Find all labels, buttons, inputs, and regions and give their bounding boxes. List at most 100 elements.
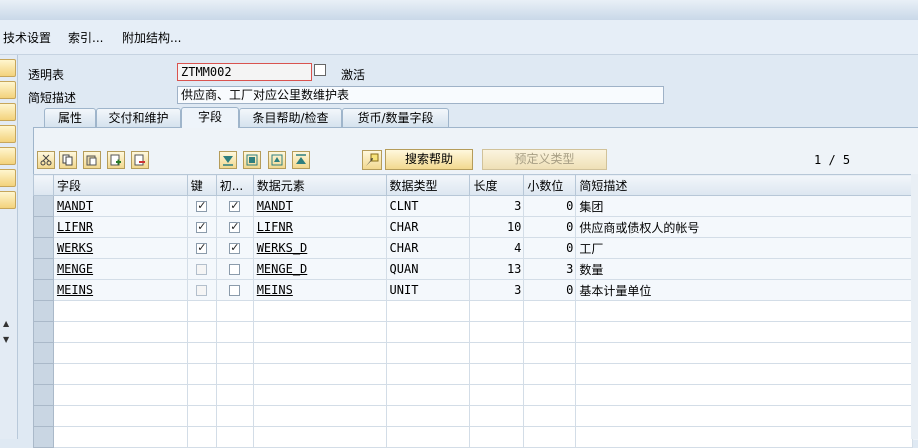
search-help-button[interactable]: 搜索帮助 <box>385 149 473 170</box>
empty-cell[interactable] <box>469 384 525 406</box>
row-selector[interactable] <box>33 300 54 322</box>
empty-cell[interactable] <box>186 321 217 343</box>
menu-indexes[interactable]: 索引... <box>68 29 103 46</box>
insert-row-button[interactable] <box>107 151 125 169</box>
row-selector[interactable] <box>33 363 54 385</box>
decimals-cell[interactable]: 0 <box>523 279 577 301</box>
empty-cell[interactable] <box>215 321 254 343</box>
row-selector[interactable] <box>33 195 54 217</box>
empty-cell[interactable] <box>523 405 577 427</box>
row-selector[interactable] <box>33 237 54 259</box>
empty-cell[interactable] <box>252 426 387 448</box>
data-element-cell[interactable]: MENGE_D <box>252 258 387 280</box>
initial-value-checkbox[interactable] <box>229 264 241 275</box>
empty-cell[interactable] <box>215 342 254 364</box>
data-type-cell[interactable]: CLNT <box>385 195 471 217</box>
empty-cell[interactable] <box>215 300 254 322</box>
empty-cell[interactable] <box>252 321 387 343</box>
key-checkbox[interactable] <box>196 199 208 212</box>
nav-button-6[interactable] <box>0 169 16 187</box>
paste-button[interactable] <box>83 151 101 169</box>
row-selector[interactable] <box>33 216 54 238</box>
empty-cell[interactable] <box>252 405 387 427</box>
vertical-scrollbar[interactable] <box>911 174 918 439</box>
scroll-last-button[interactable] <box>268 151 286 169</box>
nav-button-5[interactable] <box>0 147 16 165</box>
field-name-cell[interactable]: MEINS <box>52 279 188 301</box>
menu-append-structure[interactable]: 附加结构... <box>122 29 181 46</box>
empty-cell[interactable] <box>469 363 525 385</box>
empty-cell[interactable] <box>385 426 471 448</box>
empty-cell[interactable] <box>575 321 913 343</box>
empty-cell[interactable] <box>385 300 471 322</box>
row-selector[interactable] <box>33 384 54 406</box>
tab-attributes[interactable]: 属性 <box>44 108 96 127</box>
key-checkbox[interactable] <box>196 264 208 275</box>
empty-cell[interactable] <box>252 300 387 322</box>
empty-cell[interactable] <box>52 405 188 427</box>
nav-button-7[interactable] <box>0 191 16 209</box>
empty-cell[interactable] <box>523 384 577 406</box>
empty-cell[interactable] <box>186 384 217 406</box>
decimals-cell[interactable]: 0 <box>523 237 577 259</box>
length-cell[interactable]: 4 <box>469 237 525 259</box>
tab-currency-quantity-fields[interactable]: 货币/数量字段 <box>342 108 449 127</box>
empty-table-row[interactable] <box>33 384 913 406</box>
empty-cell[interactable] <box>215 405 254 427</box>
length-cell[interactable]: 3 <box>469 195 525 217</box>
empty-cell[interactable] <box>523 321 577 343</box>
empty-cell[interactable] <box>252 342 387 364</box>
scroll-down-button[interactable] <box>219 151 237 169</box>
table-name-field[interactable]: ZTMM002 <box>177 63 312 81</box>
empty-cell[interactable] <box>575 384 913 406</box>
tab-entry-help-check[interactable]: 条目帮助/检查 <box>239 108 342 127</box>
empty-cell[interactable] <box>523 426 577 448</box>
data-element-cell[interactable]: MEINS <box>252 279 387 301</box>
length-cell[interactable]: 13 <box>469 258 525 280</box>
data-type-cell[interactable]: UNIT <box>385 279 471 301</box>
data-type-cell[interactable]: CHAR <box>385 216 471 238</box>
table-row[interactable]: MANDTMANDTCLNT30集团 <box>33 195 913 217</box>
data-element-cell[interactable]: MANDT <box>252 195 387 217</box>
column-header-key[interactable]: 键 <box>186 174 217 196</box>
predefined-type-button[interactable]: 预定义类型 <box>482 149 607 170</box>
column-header-decimals[interactable]: 小数位 <box>523 174 577 196</box>
empty-cell[interactable] <box>52 426 188 448</box>
empty-cell[interactable] <box>575 342 913 364</box>
initial-value-checkbox[interactable] <box>229 199 241 212</box>
nav-button-1[interactable] <box>0 59 16 77</box>
decimals-cell[interactable]: 3 <box>523 258 577 280</box>
row-selector[interactable] <box>33 258 54 280</box>
empty-cell[interactable] <box>385 342 471 364</box>
menu-technical-settings[interactable]: 技术设置 <box>3 29 51 46</box>
empty-cell[interactable] <box>523 342 577 364</box>
empty-cell[interactable] <box>385 363 471 385</box>
column-header-data-element[interactable]: 数据元素 <box>252 174 387 196</box>
scroll-up-arrow-icon[interactable]: ▲ <box>3 319 9 328</box>
row-selector[interactable] <box>33 405 54 427</box>
column-header-short-description[interactable]: 简短描述 <box>575 174 913 196</box>
short-description-cell[interactable]: 数量 <box>575 258 913 280</box>
data-element-cell[interactable]: WERKS_D <box>252 237 387 259</box>
table-row[interactable]: MEINS MEINS UNIT 3 0 基本计量单位 <box>33 279 913 301</box>
empty-cell[interactable] <box>252 384 387 406</box>
copy-button[interactable] <box>59 151 77 169</box>
empty-cell[interactable] <box>186 363 217 385</box>
initial-value-checkbox[interactable] <box>229 285 241 296</box>
table-row[interactable]: MENGE MENGE_D QUAN 13 3 数量 <box>33 258 913 280</box>
table-row[interactable]: LIFNRLIFNRCHAR100供应商或债权人的帐号 <box>33 216 913 238</box>
key-checkbox[interactable] <box>196 220 208 233</box>
row-selector[interactable] <box>33 321 54 343</box>
column-header-length[interactable]: 长度 <box>469 174 525 196</box>
short-description-cell[interactable]: 基本计量单位 <box>575 279 913 301</box>
empty-cell[interactable] <box>385 405 471 427</box>
decimals-cell[interactable]: 0 <box>523 216 577 238</box>
empty-table-row[interactable] <box>33 405 913 427</box>
data-type-cell[interactable]: CHAR <box>385 237 471 259</box>
empty-cell[interactable] <box>469 321 525 343</box>
empty-cell[interactable] <box>385 384 471 406</box>
key-checkbox[interactable] <box>196 241 208 254</box>
empty-cell[interactable] <box>52 300 188 322</box>
empty-cell[interactable] <box>186 405 217 427</box>
scroll-first-button[interactable] <box>243 151 261 169</box>
